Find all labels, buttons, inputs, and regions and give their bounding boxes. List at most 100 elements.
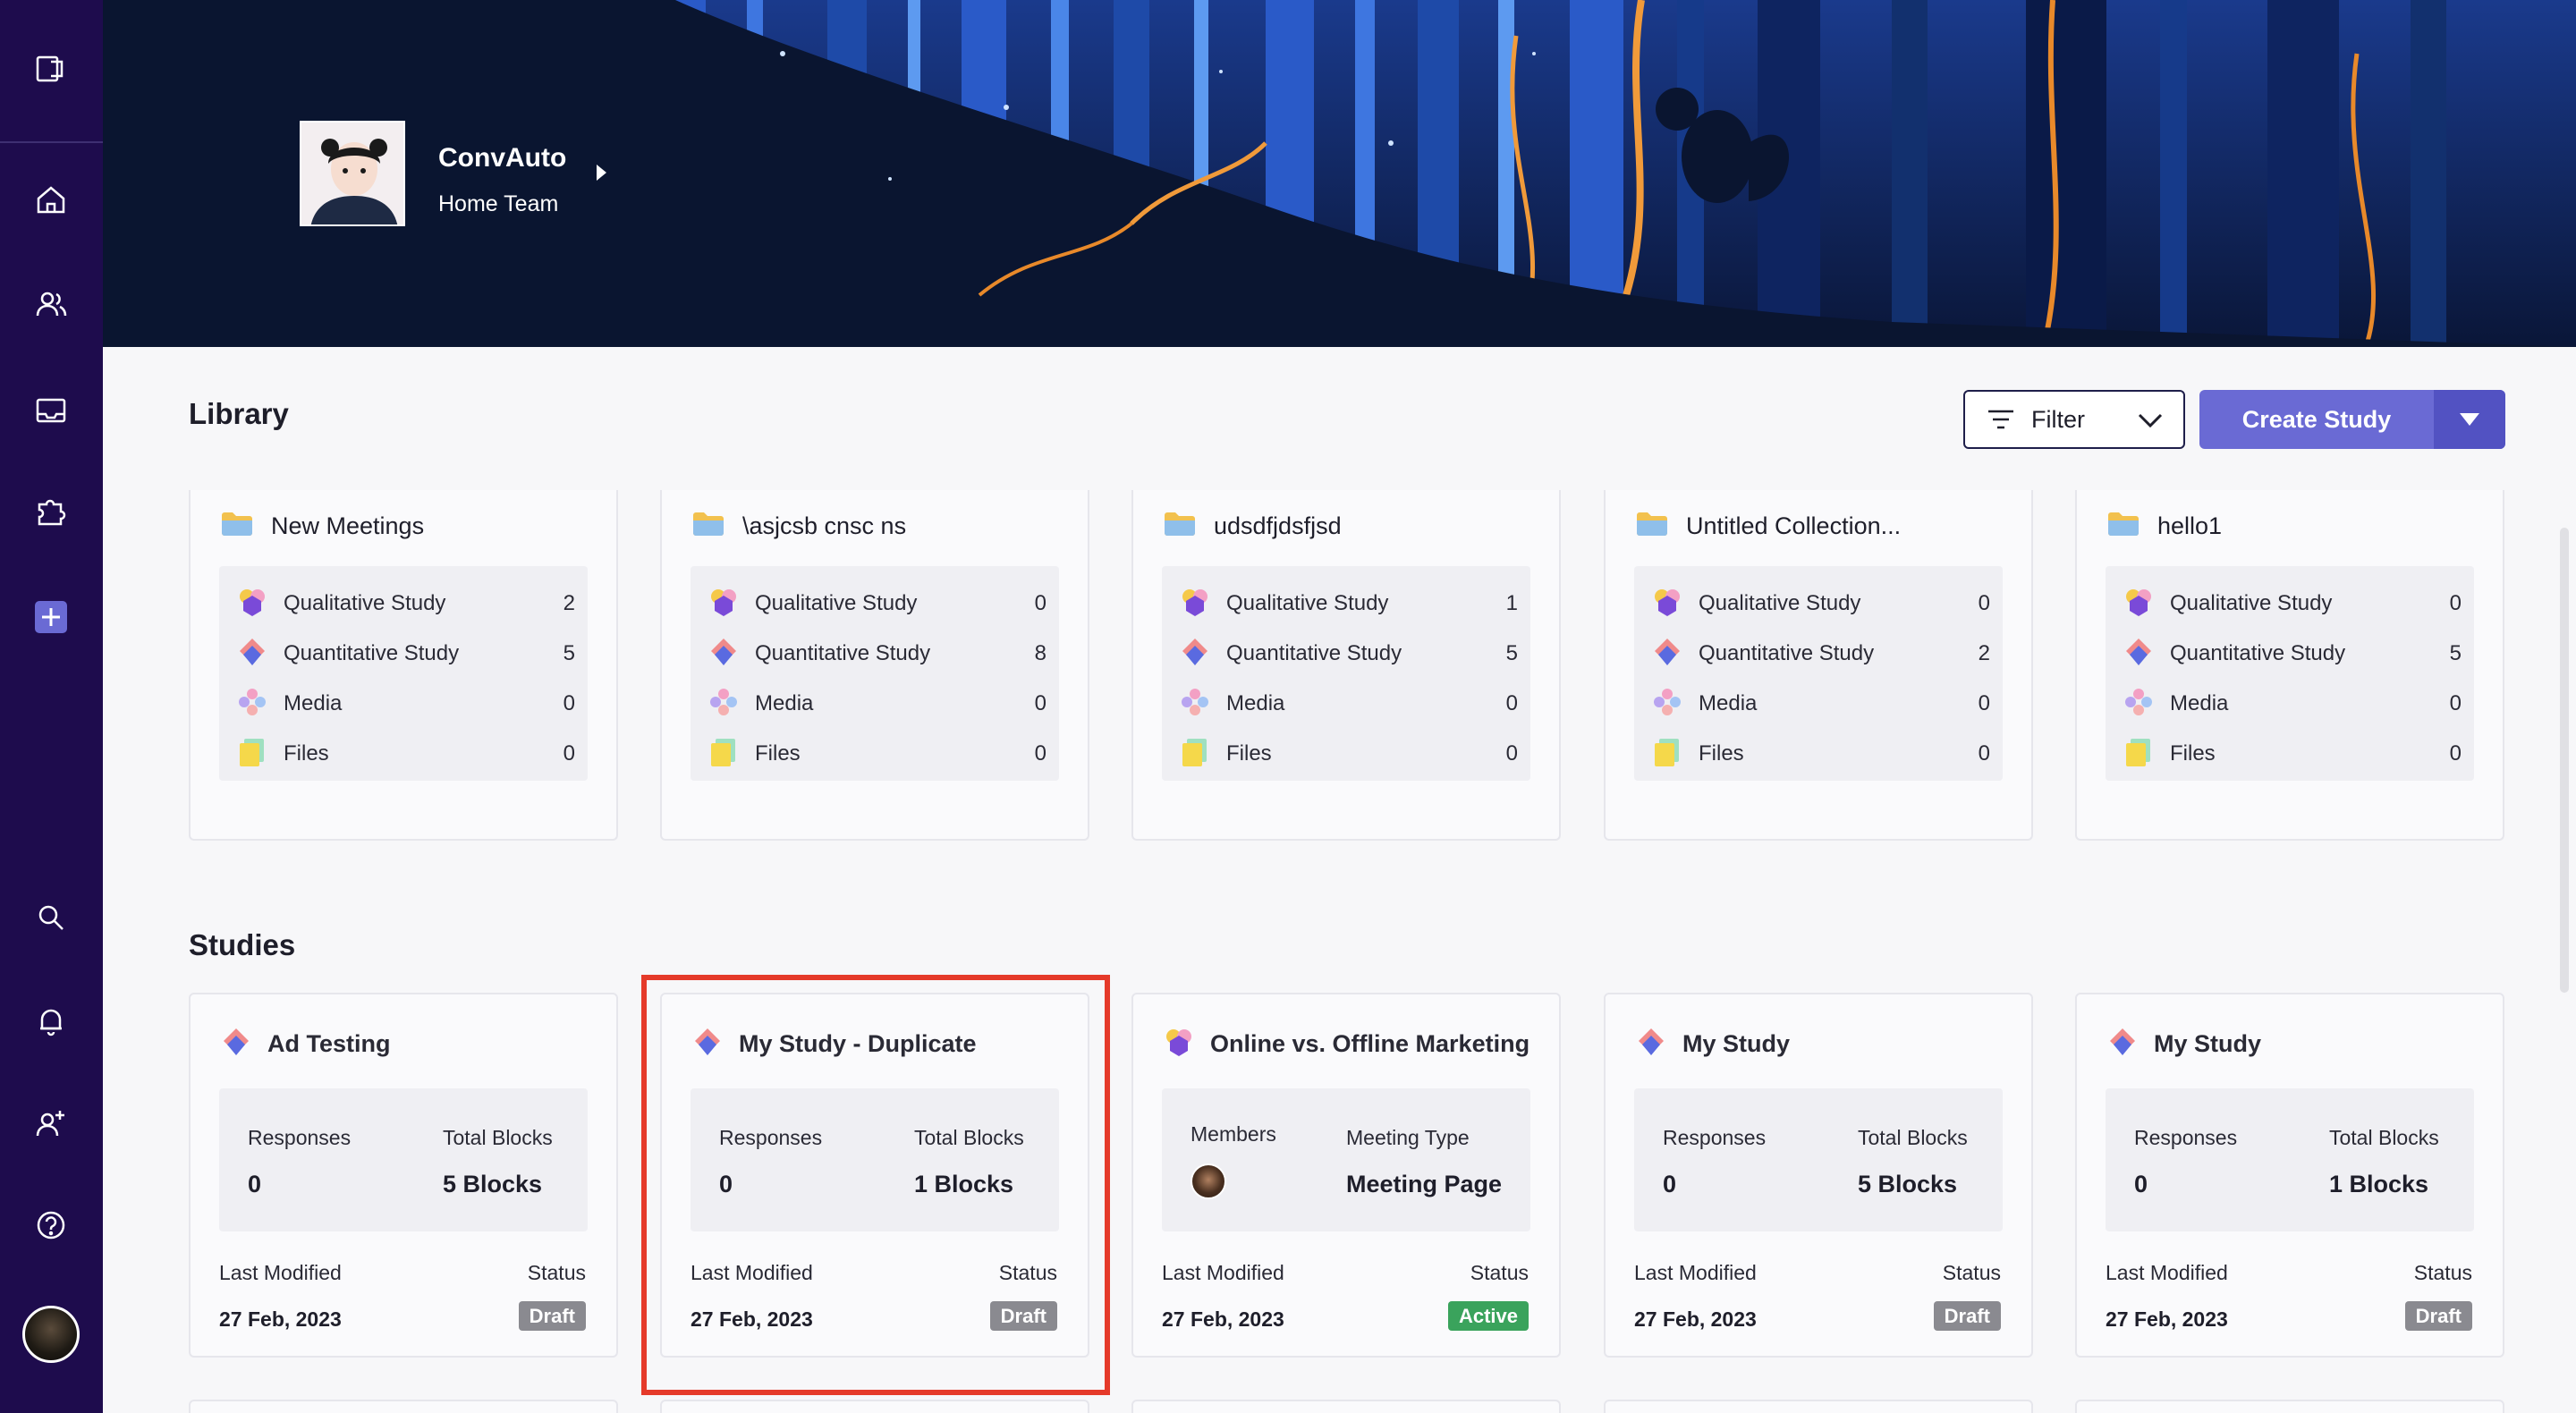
collection-row[interactable]: Qualitative Study 1 bbox=[1180, 586, 1518, 622]
status-badge: Draft bbox=[1933, 1301, 2001, 1331]
collection-row-label: Media bbox=[755, 691, 814, 715]
puzzle-icon[interactable] bbox=[30, 490, 72, 533]
collection-row[interactable]: Files 0 bbox=[237, 736, 575, 772]
study-left-value: 0 bbox=[1663, 1171, 1677, 1197]
study-name: My Study bbox=[2154, 1030, 2262, 1057]
collection-row-label: Qualitative Study bbox=[755, 591, 918, 615]
user-avatar[interactable] bbox=[22, 1306, 80, 1363]
collection-row[interactable]: Files 0 bbox=[1652, 736, 1990, 772]
team-name[interactable]: ConvAuto bbox=[438, 143, 566, 173]
add-icon[interactable] bbox=[30, 596, 72, 639]
collection-title[interactable]: Untitled Collection... bbox=[1636, 512, 1901, 541]
collection-row[interactable]: Media 0 bbox=[237, 686, 575, 722]
collection-row[interactable]: Media 0 bbox=[1180, 686, 1518, 722]
collection-title[interactable]: \asjcsb cnsc ns bbox=[692, 512, 906, 541]
media-icon bbox=[237, 687, 267, 722]
study-card[interactable]: My Study Responses 0 Total Blocks 1 Bloc… bbox=[2075, 993, 2504, 1358]
collection-card[interactable]: \asjcsb cnsc ns Qualitative Study 0 Quan… bbox=[660, 490, 1089, 841]
member-avatar[interactable] bbox=[1191, 1163, 1226, 1199]
files-icon bbox=[1180, 737, 1210, 772]
help-icon[interactable] bbox=[30, 1204, 72, 1247]
forest-illustration bbox=[103, 0, 2576, 347]
files-icon bbox=[1652, 737, 1682, 772]
users-icon[interactable] bbox=[30, 283, 72, 326]
add-user-icon[interactable] bbox=[30, 1102, 72, 1145]
inbox-icon[interactable] bbox=[30, 389, 72, 432]
create-study-dropdown[interactable] bbox=[2434, 390, 2505, 449]
study-title[interactable]: My Study bbox=[2107, 1027, 2261, 1062]
qualitative-study-icon bbox=[237, 587, 267, 622]
collection-card[interactable]: New Meetings Qualitative Study 2 Quantit… bbox=[189, 490, 618, 841]
last-modified-value: 27 Feb, 2023 bbox=[1634, 1307, 1757, 1331]
collection-card[interactable]: hello1 Qualitative Study 0 Quantitative … bbox=[2075, 490, 2504, 841]
collection-row[interactable]: Quantitative Study 2 bbox=[1652, 636, 1990, 672]
study-left-value: 0 bbox=[248, 1171, 262, 1197]
collection-row-count: 0 bbox=[1978, 741, 1990, 766]
study-right-value: 1 Blocks bbox=[2329, 1171, 2429, 1197]
collection-row[interactable]: Quantitative Study 8 bbox=[708, 636, 1046, 672]
collection-row[interactable]: Qualitative Study 0 bbox=[2123, 586, 2462, 622]
study-right-label: Total Blocks bbox=[2329, 1126, 2439, 1149]
study-right-label: Total Blocks bbox=[1858, 1126, 1968, 1149]
last-modified-value: 27 Feb, 2023 bbox=[2106, 1307, 2228, 1331]
caret-right-icon[interactable] bbox=[597, 165, 606, 181]
collection-contents: Qualitative Study 0 Quantitative Study 5… bbox=[2106, 566, 2474, 781]
study-left-label: Responses bbox=[248, 1126, 352, 1149]
collection-row[interactable]: Quantitative Study 5 bbox=[1180, 636, 1518, 672]
quantitative-icon bbox=[1636, 1027, 1666, 1062]
collection-row[interactable]: Quantitative Study 5 bbox=[2123, 636, 2462, 672]
collection-title[interactable]: hello1 bbox=[2107, 512, 2222, 541]
collection-row-count: 5 bbox=[563, 641, 575, 665]
collection-row-label: Quantitative Study bbox=[1699, 641, 1875, 665]
status-label: Status bbox=[1470, 1261, 1529, 1284]
collection-row[interactable]: Files 0 bbox=[708, 736, 1046, 772]
create-study-button[interactable]: Create Study bbox=[2199, 390, 2505, 449]
study-card[interactable]: Online vs. Offline Marketing Members Mee… bbox=[1131, 993, 1561, 1358]
collection-row[interactable]: Media 0 bbox=[1652, 686, 1990, 722]
study-name: My Study bbox=[1682, 1030, 1791, 1057]
folder-icon bbox=[1636, 512, 1668, 541]
collection-row[interactable]: Media 0 bbox=[708, 686, 1046, 722]
last-modified-value: 27 Feb, 2023 bbox=[219, 1307, 342, 1331]
filter-icon bbox=[1988, 410, 2013, 429]
collection-row[interactable]: Quantitative Study 5 bbox=[237, 636, 575, 672]
collection-row[interactable]: Qualitative Study 2 bbox=[237, 586, 575, 622]
study-title[interactable]: Online vs. Offline Marketing bbox=[1164, 1027, 1530, 1062]
collection-row-label: Qualitative Study bbox=[2170, 591, 2333, 615]
collection-row[interactable]: Media 0 bbox=[2123, 686, 2462, 722]
collection-row[interactable]: Files 0 bbox=[2123, 736, 2462, 772]
study-title[interactable]: My Study bbox=[1636, 1027, 1790, 1062]
scrollbar[interactable] bbox=[2560, 528, 2569, 993]
collection-row-count: 0 bbox=[2449, 591, 2462, 615]
status-badge: Draft bbox=[2404, 1301, 2472, 1331]
study-right-label: Total Blocks bbox=[443, 1126, 553, 1149]
collection-card[interactable]: Untitled Collection... Qualitative Study… bbox=[1604, 490, 2033, 841]
quantitative-study-icon bbox=[2123, 637, 2154, 672]
collection-title[interactable]: udsdfjdsfjsd bbox=[1164, 512, 1342, 541]
filter-label: Filter bbox=[2031, 405, 2085, 433]
collection-title[interactable]: New Meetings bbox=[221, 512, 424, 541]
bell-icon[interactable] bbox=[30, 1000, 72, 1043]
last-modified-label: Last Modified bbox=[1634, 1261, 1757, 1284]
study-card-partial bbox=[189, 1400, 618, 1413]
collection-row[interactable]: Qualitative Study 0 bbox=[1652, 586, 1990, 622]
collection-row[interactable]: Files 0 bbox=[1180, 736, 1518, 772]
collection-row[interactable]: Qualitative Study 0 bbox=[708, 586, 1046, 622]
collection-row-count: 0 bbox=[2449, 691, 2462, 715]
team-avatar[interactable] bbox=[300, 121, 405, 226]
files-icon bbox=[237, 737, 267, 772]
study-title[interactable]: Ad Testing bbox=[221, 1027, 391, 1062]
study-card[interactable]: Ad Testing Responses 0 Total Blocks 5 Bl… bbox=[189, 993, 618, 1358]
study-card[interactable]: My Study Responses 0 Total Blocks 5 Bloc… bbox=[1604, 993, 2033, 1358]
collection-name: New Meetings bbox=[271, 512, 425, 539]
folder-icon bbox=[2107, 512, 2140, 541]
filter-dropdown[interactable]: Filter bbox=[1963, 390, 2185, 449]
collection-row-count: 0 bbox=[563, 691, 575, 715]
status-label: Status bbox=[2413, 1261, 2472, 1284]
collection-contents: Qualitative Study 1 Quantitative Study 5… bbox=[1162, 566, 1530, 781]
home-icon[interactable] bbox=[30, 179, 72, 222]
collapse-icon[interactable] bbox=[30, 47, 72, 90]
collection-card[interactable]: udsdfjdsfjsd Qualitative Study 1 Quantit… bbox=[1131, 490, 1561, 841]
collection-name: \asjcsb cnsc ns bbox=[742, 512, 907, 539]
search-icon[interactable] bbox=[30, 896, 72, 939]
